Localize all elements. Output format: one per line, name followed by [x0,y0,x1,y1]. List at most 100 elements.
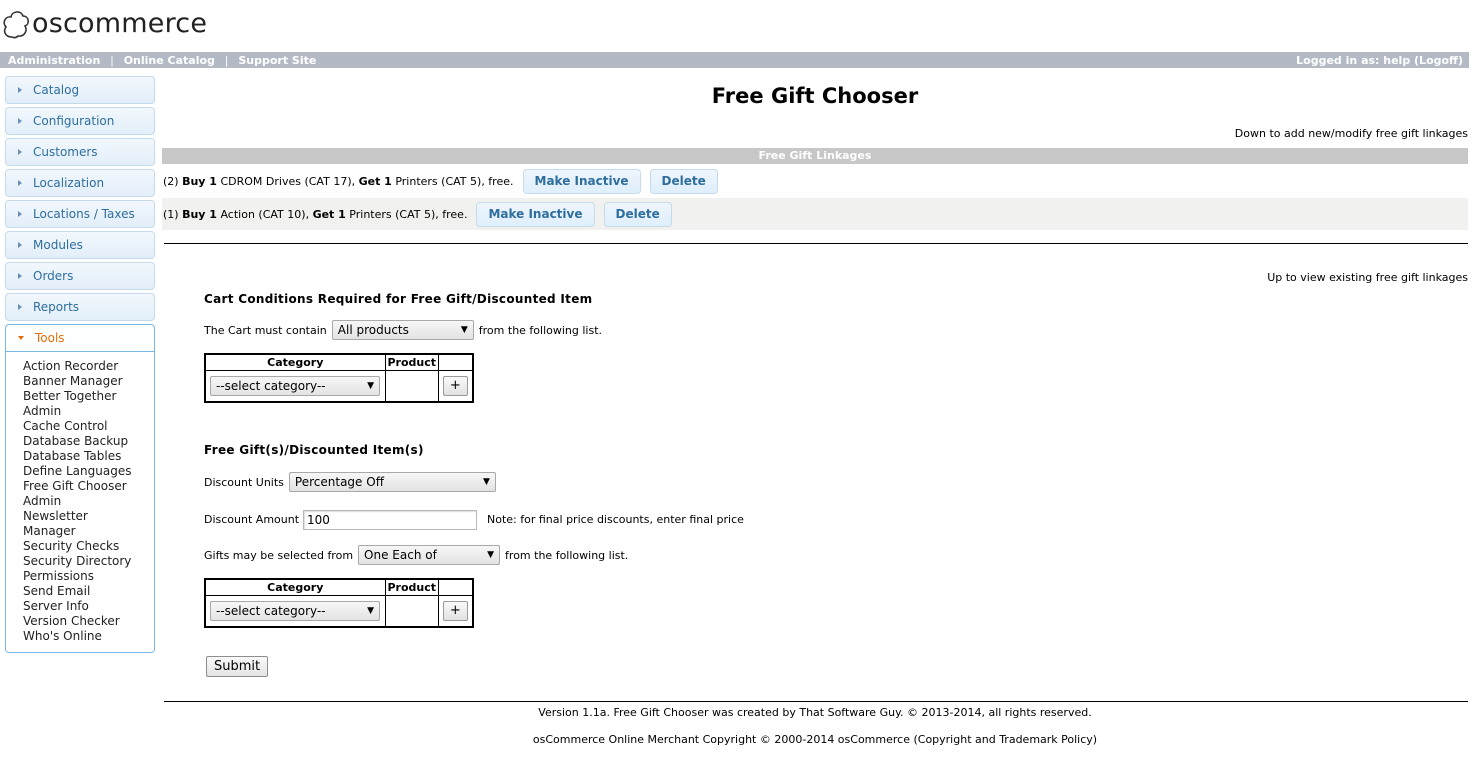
chevron-down-icon: ▼ [367,605,374,616]
submenu-link[interactable]: Permissions [23,569,154,584]
gifts-selection-select[interactable]: One Each of ▼ [358,545,501,565]
get-item: Printers (CAT 5), free. [349,207,468,221]
delete-button[interactable]: Delete [649,168,718,194]
linkage-row: (2) Buy 1 CDROM Drives (CAT 17), Get 1 P… [162,164,1468,198]
get-item: Printers (CAT 5), free. [395,174,514,188]
header: oscommerce [0,0,1473,52]
sidebar-item-locations-taxes[interactable]: Locations / Taxes [5,200,155,228]
product-column-header: Product [384,353,440,371]
submenu-link[interactable]: Newsletter [23,509,154,524]
make-inactive-button[interactable]: Make Inactive [476,201,595,227]
submenu-link[interactable]: Who's Online [23,629,154,644]
delete-button[interactable]: Delete [603,201,672,227]
triangle-down-icon [18,336,24,340]
cart-contain-select[interactable]: All products ▼ [331,320,474,340]
triangle-right-icon [18,211,22,217]
sidebar-item-label: Modules [33,238,83,252]
category-column-header: Category [204,353,386,371]
submenu-link[interactable]: Banner Manager [23,374,154,389]
submit-button[interactable]: Submit [206,656,269,677]
submenu-link[interactable]: Send Email [23,584,154,599]
condition-category-table: Category Product --select category-- ▼ + [204,353,474,403]
submenu-link[interactable]: Action Recorder [23,359,154,374]
cloud-logo-icon [3,10,29,38]
triangle-right-icon [18,87,22,93]
submenu-link[interactable]: Version Checker [23,614,154,629]
sidebar-item-label: Tools [35,331,65,345]
triangle-right-icon [18,304,22,310]
select-value: Percentage Off [294,475,384,489]
sidebar-item-catalog[interactable]: Catalog [5,76,155,104]
logged-in-status[interactable]: Logged in as: help (Logoff) [1296,54,1463,67]
submenu-link[interactable]: Cache Control [23,419,154,434]
footer-divider [164,701,1468,702]
sidebar-item-label: Reports [33,300,80,314]
footer-copyright[interactable]: osCommerce Online Merchant Copyright © 2… [162,733,1468,746]
chevron-down-icon: ▼ [460,325,468,335]
gift-category-table: Category Product --select category-- ▼ + [204,578,474,628]
submenu-link[interactable]: Free Gift Chooser [23,479,154,494]
get-label: Get 1 [312,207,346,221]
online-catalog-link[interactable]: Online Catalog [124,54,215,67]
sidebar: Catalog Configuration Customers Localiza… [5,76,155,653]
footer-version: Version 1.1a. Free Gift Chooser was crea… [538,706,1092,719]
table-row: --select category-- ▼ + [204,594,474,628]
down-anchor-link[interactable]: Down to add new/modify free gift linkage… [162,127,1468,141]
free-gift-form: Cart Conditions Required for Free Gift/D… [162,292,1468,677]
select-value: One Each of [364,548,437,562]
submenu-link[interactable]: Admin [23,404,154,419]
cart-from-list-label: from the following list. [478,323,603,337]
top-links: Administration | Online Catalog | Suppor… [8,54,316,67]
up-anchor-link[interactable]: Up to view existing free gift linkages [162,271,1468,285]
make-inactive-button[interactable]: Make Inactive [522,168,641,194]
buy-label: Buy 1 [182,174,217,188]
discount-amount-label: Discount Amount [204,513,300,526]
discount-amount-input[interactable]: 100 [303,509,478,530]
main-content: Free Gift Chooser Down to add new/modify… [162,68,1468,746]
sidebar-item-configuration[interactable]: Configuration [5,107,155,135]
submenu-link[interactable]: Better Together [23,389,154,404]
product-column-header: Product [384,578,440,596]
submenu-link[interactable]: Database Tables [23,449,154,464]
oscommerce-logo[interactable]: oscommerce [2,8,207,39]
sidebar-item-modules[interactable]: Modules [5,231,155,259]
separator: | [224,53,229,67]
submenu-link[interactable]: Define Languages [23,464,154,479]
category-select[interactable]: --select category-- ▼ [210,375,380,396]
separator: | [110,53,114,67]
discount-units-row: Discount Units Percentage Off ▼ [204,472,1468,492]
category-column-header: Category [204,578,386,596]
submenu-link[interactable]: Security Directory [23,554,154,569]
cart-condition-row: The Cart must contain All products ▼ from… [204,320,1468,340]
submenu-link[interactable]: Manager [23,524,154,539]
action-column-header [438,578,474,596]
linkage-id: (2) [163,174,179,188]
buy-item: CDROM Drives (CAT 17), [220,174,356,188]
submenu-link[interactable]: Database Backup [23,434,154,449]
submenu-link[interactable]: Admin [23,494,154,509]
sidebar-item-customers[interactable]: Customers [5,138,155,166]
buy-item: Action (CAT 10), [220,207,310,221]
sidebar-item-tools[interactable]: Tools [5,324,155,352]
category-select[interactable]: --select category-- ▼ [210,600,380,621]
product-cell [384,594,440,628]
product-cell [384,369,440,403]
add-category-button[interactable]: + [442,600,468,621]
select-value: All products [337,323,409,337]
linkage-id: (1) [163,207,179,221]
support-site-link[interactable]: Support Site [238,54,316,67]
sidebar-item-localization[interactable]: Localization [5,169,155,197]
discount-units-select[interactable]: Percentage Off ▼ [288,472,496,492]
sidebar-item-orders[interactable]: Orders [5,262,155,290]
tools-submenu: Action Recorder Banner Manager Better To… [5,352,155,653]
add-category-button[interactable]: + [442,375,468,396]
administration-link[interactable]: Administration [8,54,100,67]
linkages-header: Free Gift Linkages [162,148,1468,164]
submenu-link[interactable]: Security Checks [23,539,154,554]
submenu-link[interactable]: Server Info [23,599,154,614]
action-column-header [438,353,474,371]
sidebar-item-label: Customers [33,145,98,159]
gifts-selected-from-label: Gifts may be selected from [204,548,354,562]
triangle-right-icon [18,273,22,279]
sidebar-item-reports[interactable]: Reports [5,293,155,321]
